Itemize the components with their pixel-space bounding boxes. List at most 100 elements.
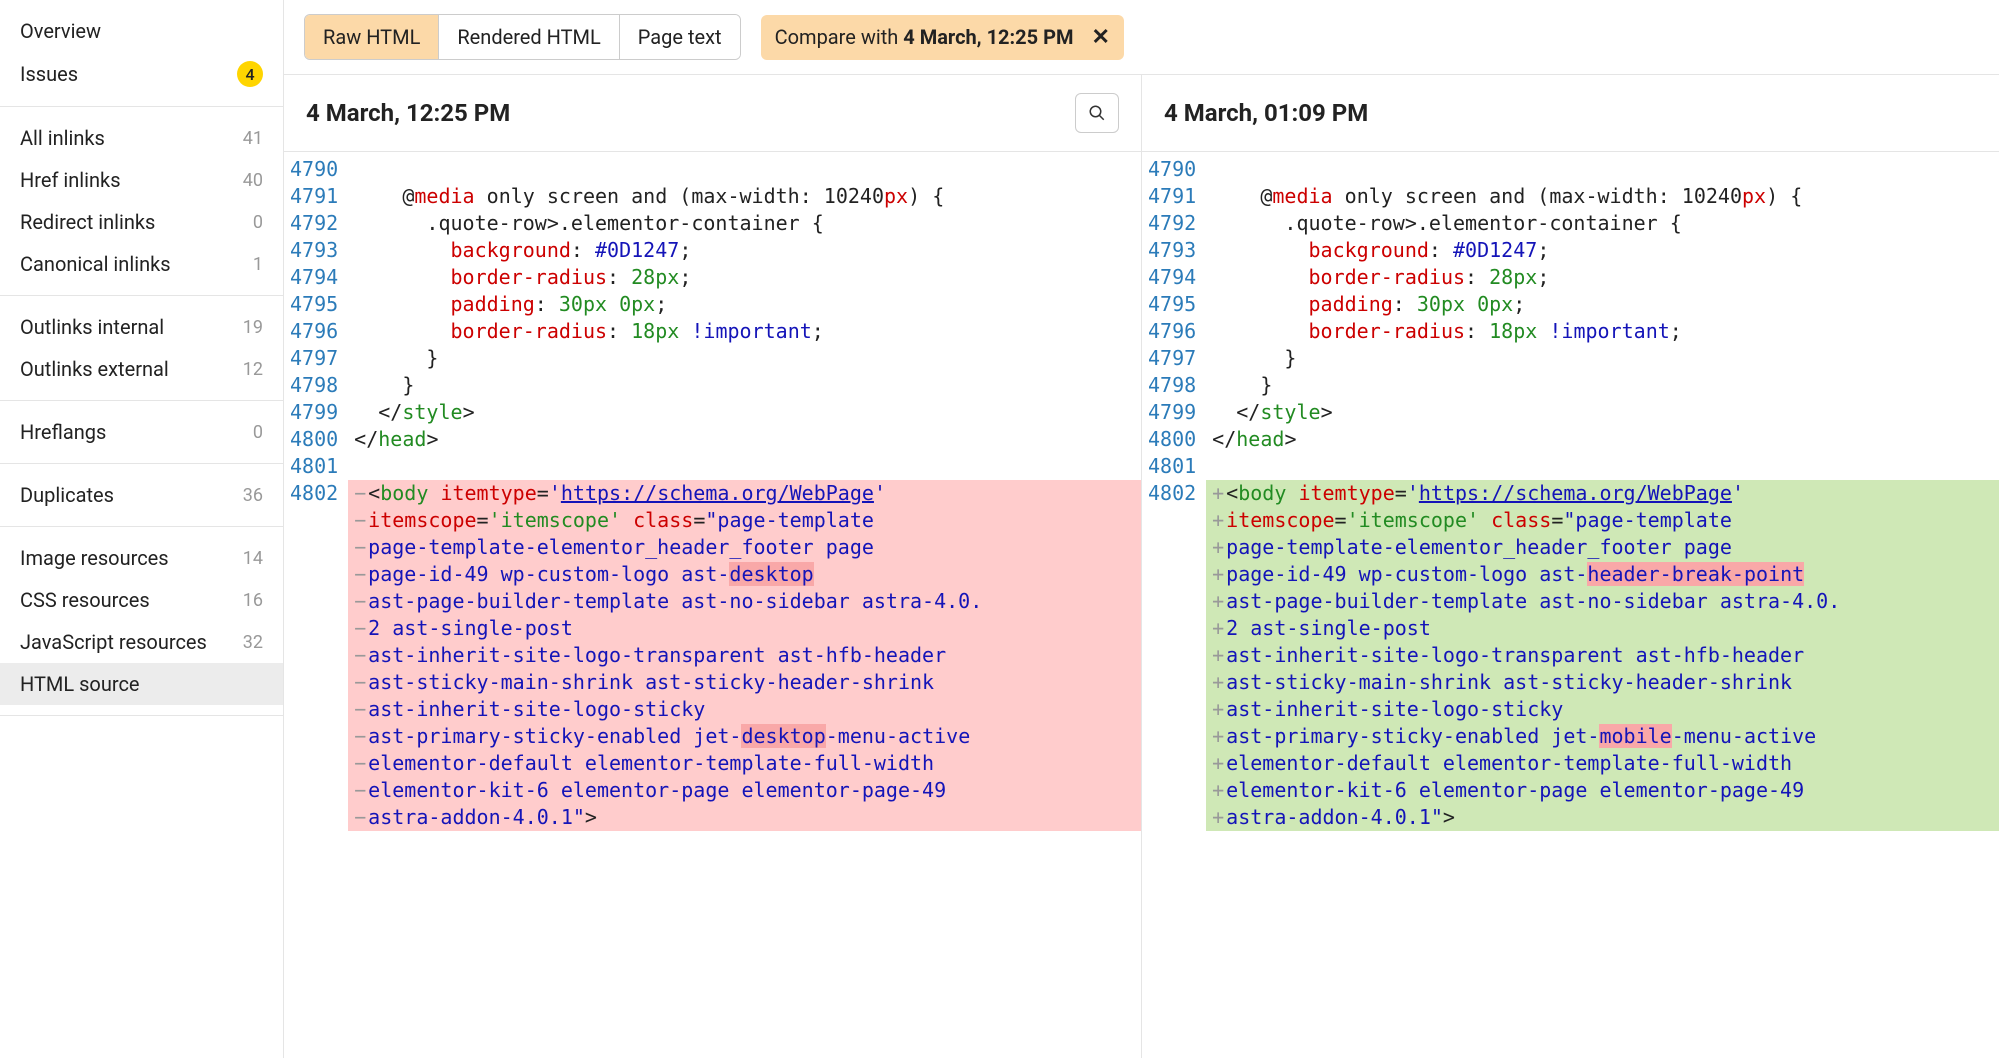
sidebar-item-overview[interactable]: Overview [0,10,283,52]
diff-line-context: .quote-row>.elementor-container { [348,210,1141,237]
sidebar-item-issues[interactable]: Issues 4 [0,52,283,96]
tab-page-text[interactable]: Page text [620,15,740,59]
sidebar-item-outlinks-internal[interactable]: Outlinks internal 19 [0,306,283,348]
diff-line-context [1206,156,1999,183]
sidebar-item-outlinks-external[interactable]: Outlinks external 12 [0,348,283,390]
diff-line-context: </style> [1206,399,1999,426]
right-code[interactable]: @media only screen and (max-width: 10240… [1206,152,1999,1058]
right-pane-header: 4 March, 01:09 PM [1142,75,1999,151]
sidebar-item-duplicates[interactable]: Duplicates36 [0,474,283,516]
diff-line-context: background: #0D1247; [1206,237,1999,264]
diff-line-removed: −2 ast-single-post [348,615,1141,642]
sidebar-item-count: 0 [253,212,263,233]
sidebar-item-label: Outlinks internal [20,315,164,339]
sidebar-item-label: Hreflangs [20,420,106,444]
diff-line-context [348,156,1141,183]
diff-line-added: +page-id-49 wp-custom-logo ast-header-br… [1206,561,1999,588]
sidebar-item-canonical-inlinks[interactable]: Canonical inlinks 1 [0,243,283,285]
sidebar-item-hreflangs[interactable]: Hreflangs0 [0,411,283,453]
diff-line-added: +ast-inherit-site-logo-sticky [1206,696,1999,723]
sidebar-item-label: Redirect inlinks [20,210,155,234]
sidebar-item-label: HTML source [20,672,140,696]
diff-line-context: background: #0D1247; [348,237,1141,264]
diff-line-added: +page-template-elementor_header_footer p… [1206,534,1999,561]
diff-line-removed: −page-template-elementor_header_footer p… [348,534,1141,561]
sidebar-item-count: 14 [243,548,263,569]
main: Raw HTMLRendered HTMLPage text Compare w… [284,0,1999,1058]
diff-line-removed: −ast-inherit-site-logo-transparent ast-h… [348,642,1141,669]
sidebar-item-count: 1 [253,254,263,275]
diff-line-added: +2 ast-single-post [1206,615,1999,642]
diff-line-removed: −ast-page-builder-template ast-no-sideba… [348,588,1141,615]
sidebar-item-count: 41 [243,128,263,149]
sidebar-item-label: Outlinks external [20,357,169,381]
sidebar-item-label: Href inlinks [20,168,121,192]
diff-line-context: padding: 30px 0px; [1206,291,1999,318]
diff-line-added: +ast-sticky-main-shrink ast-sticky-heade… [1206,669,1999,696]
close-icon[interactable]: ✕ [1091,25,1109,50]
diff-line-context: border-radius: 18px !important; [348,318,1141,345]
sidebar-item-label: All inlinks [20,126,105,150]
left-pane: 4790479147924793479447954796479747984799… [284,152,1142,1058]
diff-view[interactable]: 4790479147924793479447954796479747984799… [284,152,1999,1058]
sidebar-item-count: 36 [243,485,263,506]
diff-line-removed: −elementor-kit-6 elementor-page elemento… [348,777,1141,804]
diff-line-context: </head> [1206,426,1999,453]
diff-line-context [1206,453,1999,480]
diff-line-context: } [348,345,1141,372]
compare-chip[interactable]: Compare with 4 March, 12:25 PM ✕ [761,15,1124,60]
tab-raw-html[interactable]: Raw HTML [305,15,439,59]
sidebar-item-label: Issues [20,62,78,86]
sidebar-item-html-source[interactable]: HTML source [0,663,283,705]
diff-line-context: border-radius: 28px; [1206,264,1999,291]
left-code[interactable]: @media only screen and (max-width: 10240… [348,152,1141,1058]
diff-line-added: +itemscope='itemscope' class="page-templ… [1206,507,1999,534]
sidebar-item-label: JavaScript resources [20,630,207,654]
left-gutter: 4790479147924793479447954796479747984799… [284,152,348,1058]
diff-line-added: +elementor-kit-6 elementor-page elemento… [1206,777,1999,804]
sidebar-item-all-inlinks[interactable]: All inlinks 41 [0,117,283,159]
diff-line-context: border-radius: 28px; [348,264,1141,291]
sidebar-item-label: Canonical inlinks [20,252,171,276]
diff-line-removed: −itemscope='itemscope' class="page-templ… [348,507,1141,534]
diff-line-removed: −elementor-default elementor-template-fu… [348,750,1141,777]
sidebar-item-image-resources[interactable]: Image resources 14 [0,537,283,579]
search-icon [1088,104,1106,122]
sidebar-item-count: 16 [243,590,263,611]
diff-line-removed: −ast-inherit-site-logo-sticky [348,696,1141,723]
sidebar-item-count: 40 [243,170,263,191]
diff-line-context: padding: 30px 0px; [348,291,1141,318]
search-button[interactable] [1075,93,1119,133]
diff-line-added: +<body itemtype='https://schema.org/WebP… [1206,480,1999,507]
diff-line-context: .quote-row>.elementor-container { [1206,210,1999,237]
sidebar-item-css-resources[interactable]: CSS resources 16 [0,579,283,621]
sidebar-item-count: 4 [237,61,263,87]
diff-line-context: } [1206,372,1999,399]
diff-line-added: +astra-addon-4.0.1"> [1206,804,1999,831]
sidebar-item-redirect-inlinks[interactable]: Redirect inlinks 0 [0,201,283,243]
sidebar-item-label: CSS resources [20,588,150,612]
diff-line-added: +ast-inherit-site-logo-transparent ast-h… [1206,642,1999,669]
right-pane-title: 4 March, 01:09 PM [1164,99,1368,127]
sidebar-item-count: 32 [243,632,263,653]
sidebar-item-label: Image resources [20,546,169,570]
diff-line-added: +elementor-default elementor-template-fu… [1206,750,1999,777]
compare-label: Compare with 4 March, 12:25 PM [775,25,1074,49]
sidebar-item-javascript-resources[interactable]: JavaScript resources 32 [0,621,283,663]
sidebar-item-count: 12 [243,359,263,380]
diff-line-context: border-radius: 18px !important; [1206,318,1999,345]
right-gutter: 4790479147924793479447954796479747984799… [1142,152,1206,1058]
tab-rendered-html[interactable]: Rendered HTML [439,15,619,59]
diff-line-context: @media only screen and (max-width: 10240… [348,183,1141,210]
pane-headers: 4 March, 12:25 PM 4 March, 01:09 PM [284,75,1999,152]
diff-line-context: </style> [348,399,1141,426]
diff-line-removed: −astra-addon-4.0.1"> [348,804,1141,831]
sidebar-item-href-inlinks[interactable]: Href inlinks 40 [0,159,283,201]
diff-line-added: +ast-primary-sticky-enabled jet-mobile-m… [1206,723,1999,750]
diff-line-context: } [1206,345,1999,372]
diff-line-removed: −page-id-49 wp-custom-logo ast-desktop [348,561,1141,588]
diff-line-removed: −ast-sticky-main-shrink ast-sticky-heade… [348,669,1141,696]
diff-line-context: } [348,372,1141,399]
diff-line-context [348,453,1141,480]
sidebar-item-count: 19 [243,317,263,338]
